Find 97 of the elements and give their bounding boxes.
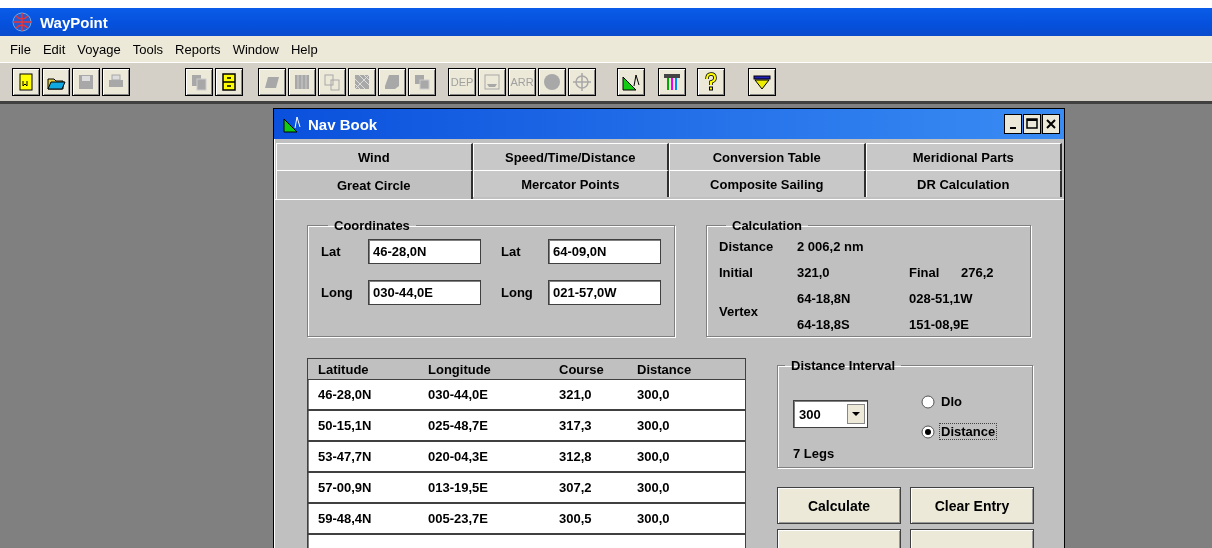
tools-icon xyxy=(662,72,682,92)
value-text: 028-51,1W xyxy=(909,290,974,306)
app-title: WayPoint xyxy=(40,13,108,31)
crosshair-icon xyxy=(572,72,592,92)
table-cell-text: 53-47,7N xyxy=(318,449,373,464)
field-label: Long xyxy=(321,285,354,300)
minimize-button[interactable] xyxy=(1004,114,1022,134)
tab[interactable]: DR Calculation xyxy=(865,170,1062,197)
toolbar-button[interactable] xyxy=(215,68,243,96)
column-header[interactable]: Longitude xyxy=(428,361,556,377)
table-cell-text: 020-04,3E xyxy=(428,449,489,464)
action-button[interactable]: Clear Entry xyxy=(910,487,1034,524)
column-header[interactable]: Latitude xyxy=(318,361,428,377)
value-text: 151-08,9E xyxy=(909,316,970,332)
tab[interactable]: Mercator Points xyxy=(472,170,669,197)
label-text: Final xyxy=(909,264,941,280)
window-title: Nav Book xyxy=(308,115,379,133)
label-text: Distance xyxy=(719,238,775,254)
toolbar-button[interactable] xyxy=(617,68,645,96)
table-cell-text: 300,0 xyxy=(636,387,671,402)
label-text: Initial xyxy=(719,264,754,280)
maximize-icon xyxy=(1026,118,1038,130)
menu-item[interactable]: Voyage xyxy=(71,41,127,57)
table-cell-text: 57-00,9N xyxy=(318,480,373,495)
table-cell-text: 317,3 xyxy=(558,418,593,433)
menu-item[interactable]: File xyxy=(4,41,37,57)
value-text: 276,2 xyxy=(961,264,995,280)
table-cell-text: 300,0 xyxy=(636,480,671,495)
interval-dropdown[interactable]: 300 xyxy=(793,400,868,428)
table-cell-text: 300,0 xyxy=(636,449,671,464)
group-title: Calculation xyxy=(731,218,804,233)
close-icon xyxy=(1045,118,1057,130)
toolbar-button[interactable] xyxy=(658,68,686,96)
set-square-icon xyxy=(621,72,641,92)
copy-icon xyxy=(412,72,432,92)
minimize-icon xyxy=(1010,127,1016,129)
radio-label[interactable]: Distance xyxy=(939,423,998,440)
menu-item[interactable]: Window xyxy=(226,41,285,57)
input-field[interactable]: 64-09,0N xyxy=(548,239,661,264)
value-text: 321,0 xyxy=(797,264,831,280)
radio-button[interactable] xyxy=(921,424,935,439)
value-text: 2 006,2 nm xyxy=(797,238,865,254)
table-cell-text: 013-19,5E xyxy=(428,480,489,495)
group-title: Distance Interval xyxy=(790,358,897,373)
menu-item[interactable]: Reports xyxy=(169,41,227,57)
documents-icon xyxy=(189,72,209,92)
filing-cabinet-icon xyxy=(219,72,239,92)
toolbar-button[interactable] xyxy=(697,68,725,96)
document-swap-icon xyxy=(322,72,342,92)
table-cell-text: 300,5 xyxy=(558,511,593,526)
circle-icon xyxy=(542,72,562,92)
column-header[interactable]: Distance xyxy=(631,361,745,377)
tab[interactable]: Conversion Table xyxy=(669,143,866,170)
table-cell-text: 50-15,1N xyxy=(318,418,373,433)
table-cell-text: 312,8 xyxy=(558,449,593,464)
table-cell-text: 321,0 xyxy=(558,387,593,402)
menu-item[interactable]: Tools xyxy=(126,41,170,57)
globe-icon xyxy=(12,12,32,32)
dropdown-arrow-icon xyxy=(852,412,860,416)
table-cell-text: 025-48,7E xyxy=(428,418,489,433)
new-file-icon xyxy=(16,72,36,92)
menu-item[interactable]: Help xyxy=(284,41,324,57)
table-cell-text: 300,0 xyxy=(636,418,671,433)
action-button[interactable]: Calculate xyxy=(777,487,901,524)
input-field[interactable]: 021-57,0W xyxy=(548,280,661,305)
table-cell-text: 030-44,0E xyxy=(428,387,489,402)
value-text: 64-18,8N xyxy=(797,290,852,306)
tab[interactable]: Wind xyxy=(276,143,473,170)
tab[interactable]: Speed/Time/Distance xyxy=(472,143,669,170)
table-cell-text: 46-28,0N xyxy=(318,387,373,402)
value-text: 64-18,8S xyxy=(797,316,851,332)
table-cell-text: 300,0 xyxy=(636,511,671,526)
input-field[interactable]: 46-28,0N xyxy=(368,239,481,264)
tab[interactable]: Meridional Parts xyxy=(865,143,1062,170)
toolbar-button[interactable] xyxy=(42,68,70,96)
field-label: Long xyxy=(501,285,534,300)
tab[interactable]: Composite Sailing xyxy=(669,170,866,197)
set-square-icon xyxy=(282,114,302,134)
group-title: Coordinates xyxy=(333,218,411,233)
input-field[interactable]: 030-44,0E xyxy=(368,280,481,305)
radio-button[interactable] xyxy=(921,394,935,409)
legs-count: 7 Legs xyxy=(793,446,835,461)
maximize-button[interactable] xyxy=(1023,114,1041,134)
label-text: Vertex xyxy=(719,303,760,319)
toolbar-button[interactable] xyxy=(12,68,40,96)
table-cell-text: 59-48,4N xyxy=(318,511,373,526)
menu-item[interactable]: Edit xyxy=(36,41,72,57)
hatched-chart-icon xyxy=(352,72,372,92)
tab[interactable]: Great Circle xyxy=(276,170,473,199)
column-header[interactable]: Course xyxy=(556,361,631,377)
table-cell-text: 307,2 xyxy=(558,480,593,495)
close-button[interactable] xyxy=(1042,114,1060,134)
toolbar-button[interactable] xyxy=(748,68,776,96)
field-label: Lat xyxy=(321,244,342,259)
table-cell-text: 005-23,7E xyxy=(428,511,489,526)
radio-label[interactable]: Dlo xyxy=(939,393,964,410)
field-label: Lat xyxy=(501,244,522,259)
